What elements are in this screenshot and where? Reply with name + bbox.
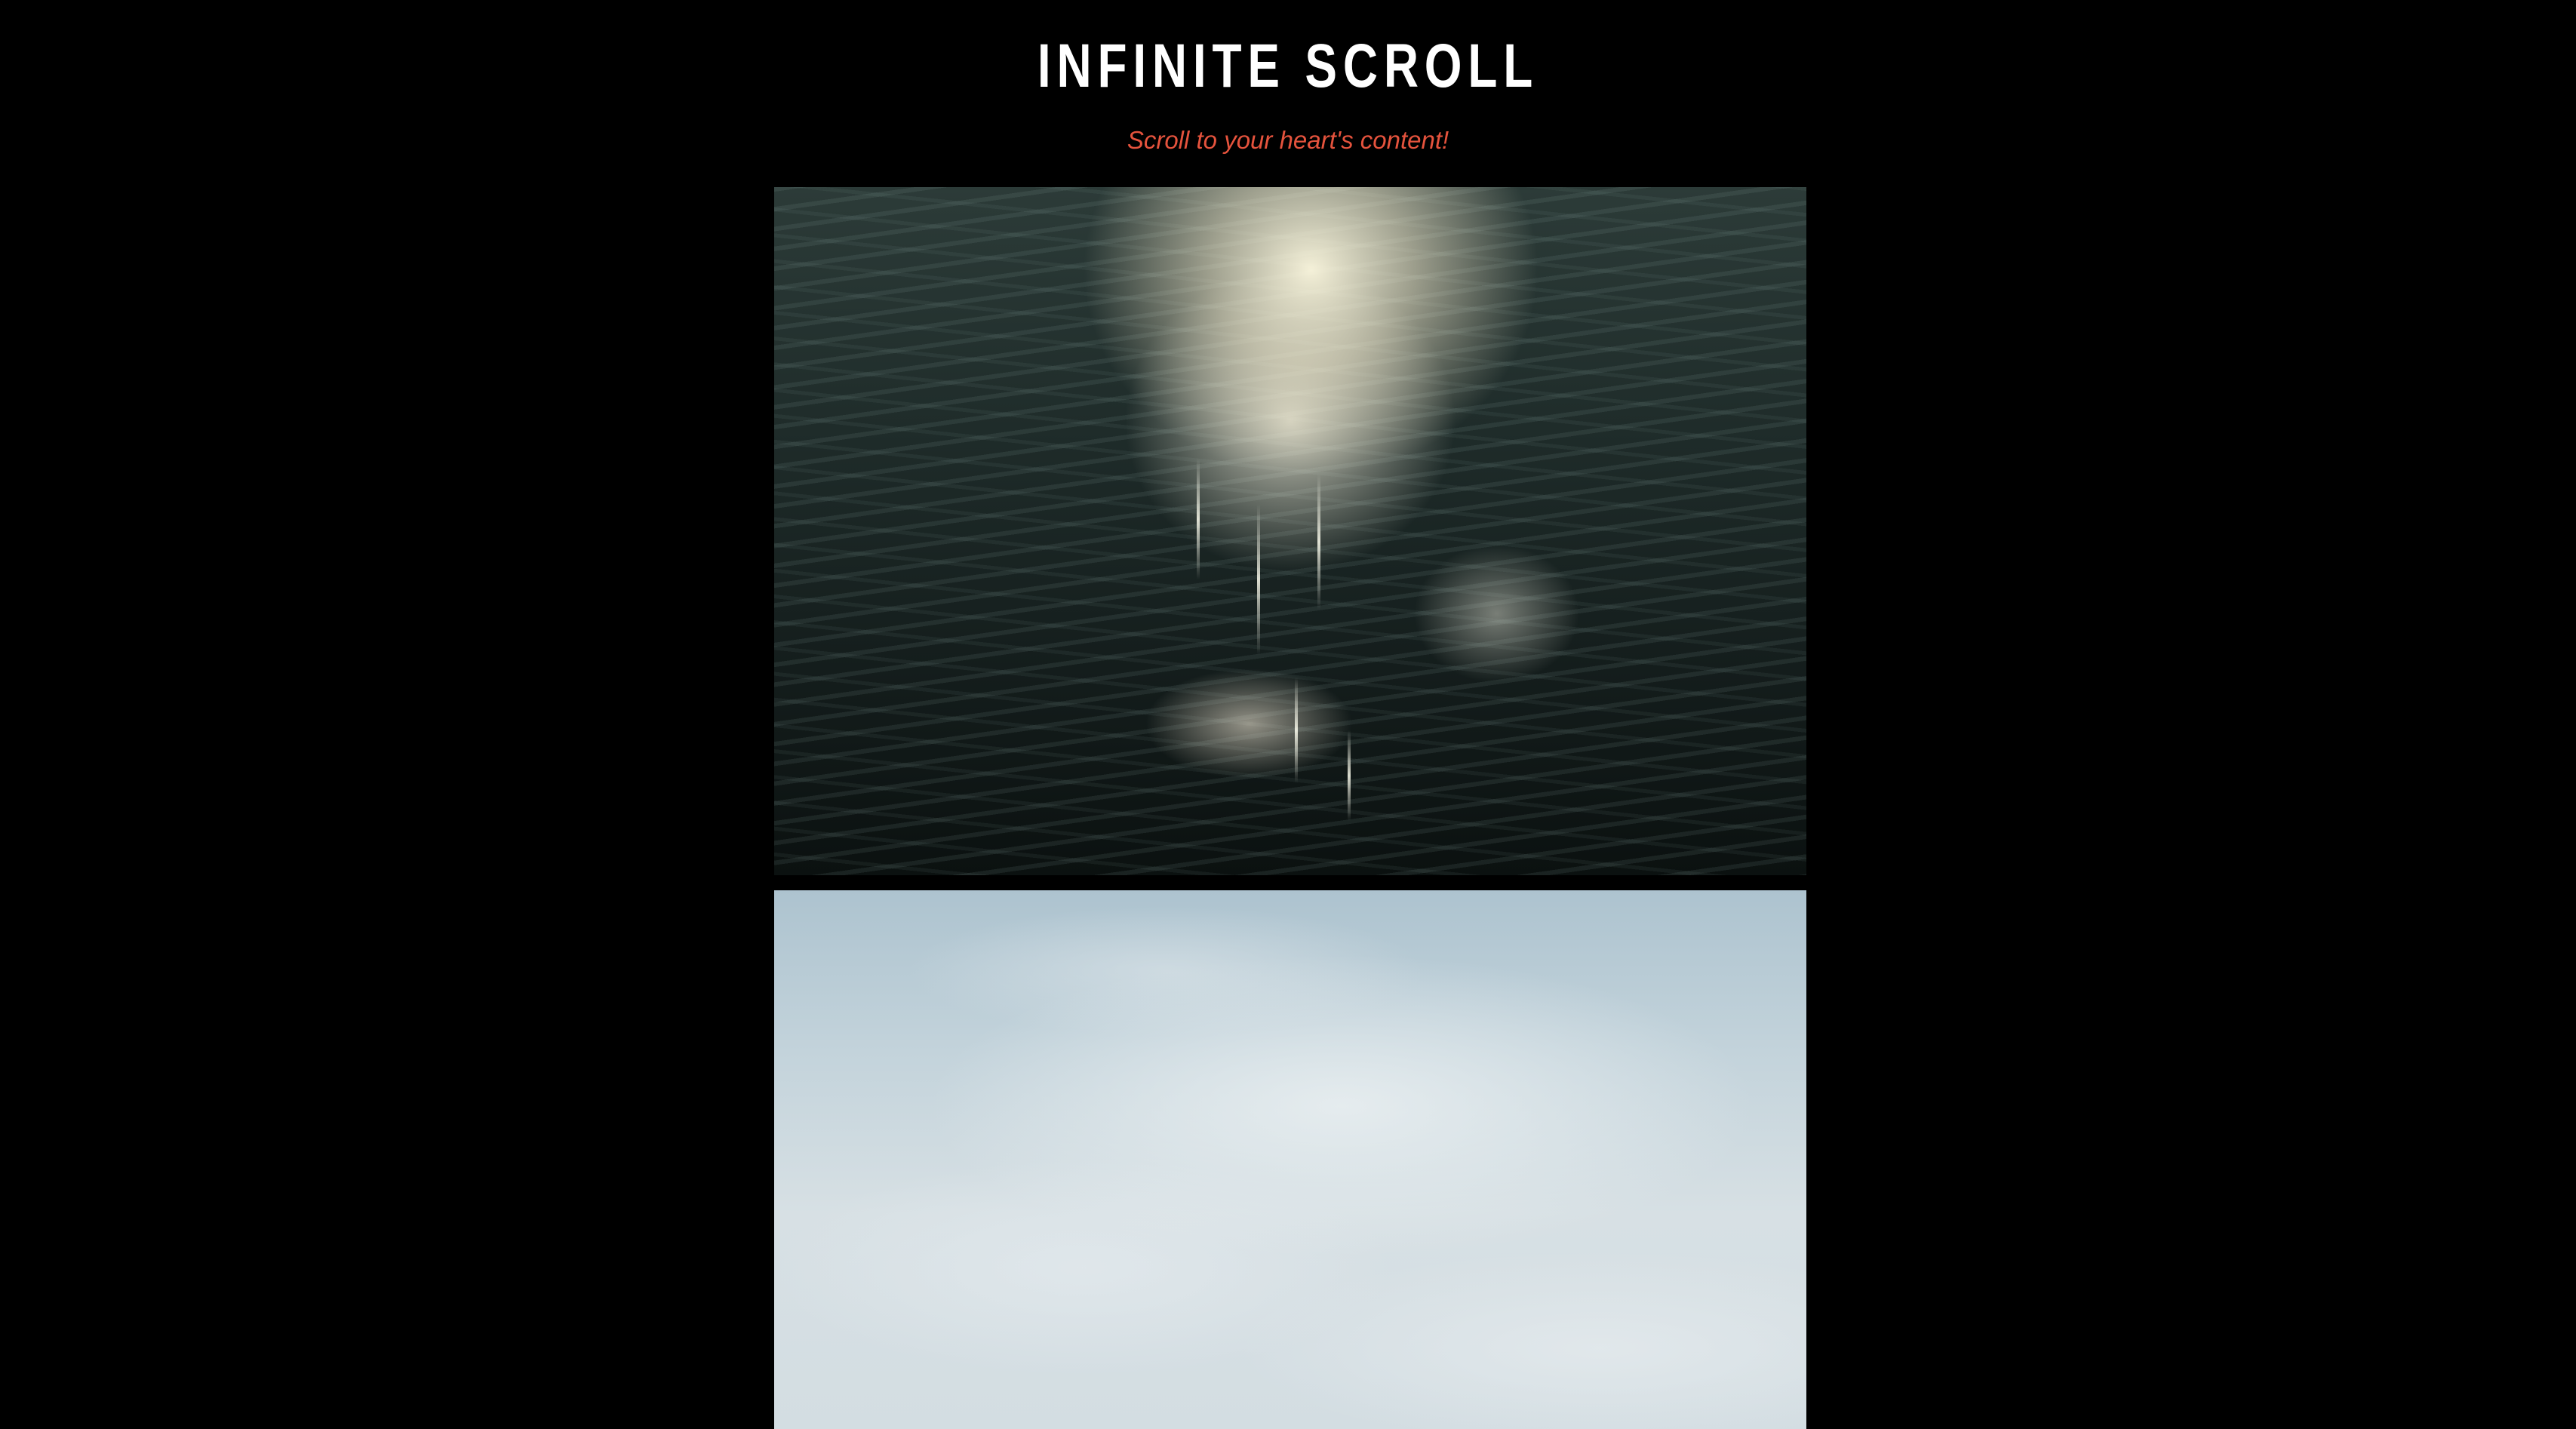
sparkle-decoration bbox=[1257, 504, 1260, 655]
page-subtitle: Scroll to your heart's content! bbox=[1127, 126, 1449, 154]
page: INFINITE SCROLL Scroll to your heart's c… bbox=[0, 0, 2576, 1429]
feed-image-ocean bbox=[774, 187, 1806, 875]
sparkle-decoration bbox=[1295, 678, 1298, 783]
page-title: INFINITE SCROLL bbox=[1037, 32, 1539, 100]
feed-image-sky bbox=[774, 890, 1806, 1429]
image-feed[interactable] bbox=[774, 187, 1806, 1429]
feed-gap bbox=[774, 875, 1806, 890]
sparkle-decoration bbox=[1197, 459, 1200, 579]
sparkle-decoration bbox=[1348, 730, 1351, 821]
sparkle-decoration bbox=[1317, 474, 1320, 610]
